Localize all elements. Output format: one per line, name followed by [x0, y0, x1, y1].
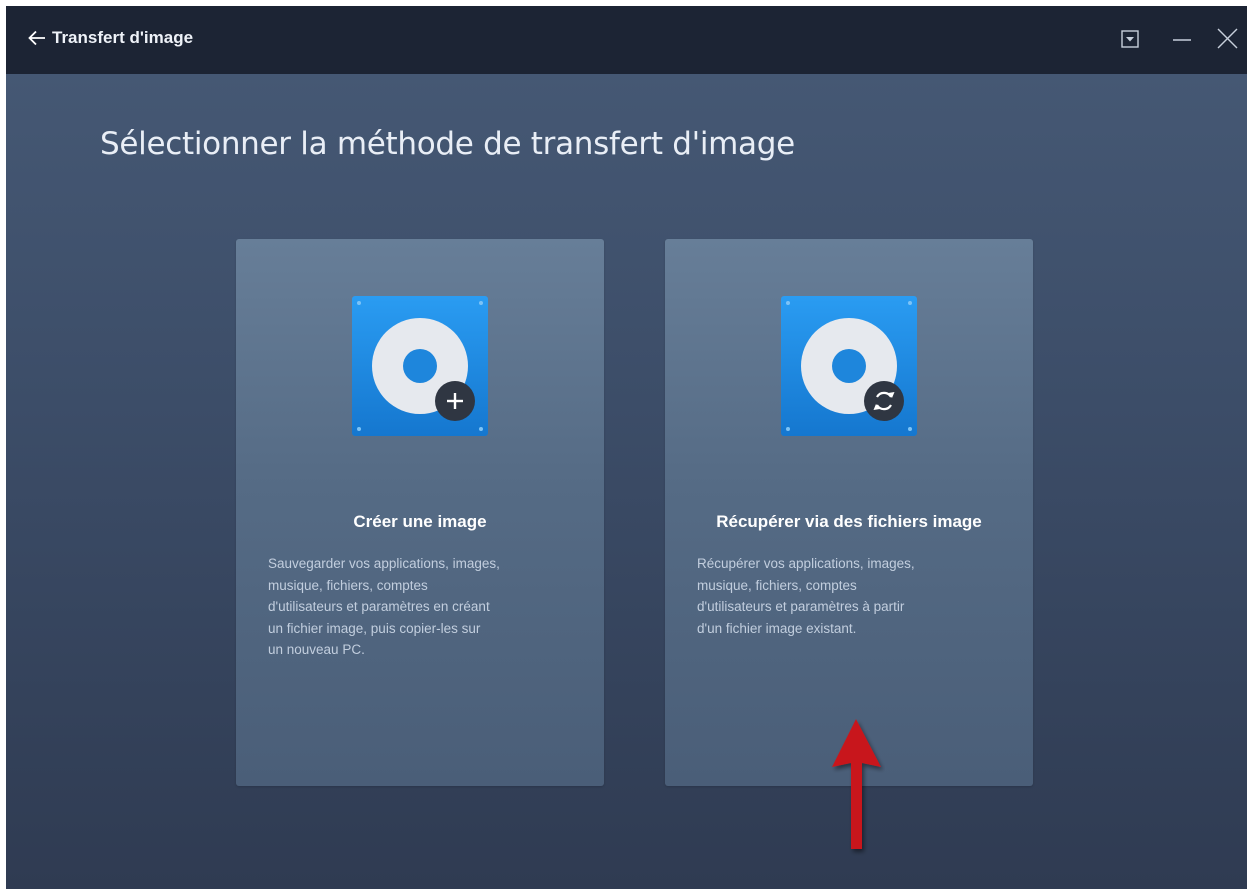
page-title: Sélectionner la méthode de transfert d'i… — [100, 126, 795, 162]
disk-image-plus-icon — [352, 296, 488, 436]
window-title: Transfert d'image — [52, 28, 194, 47]
back-button[interactable]: Transfert d'image — [28, 23, 193, 53]
disk-image-restore-icon — [781, 296, 917, 436]
red-arrow-up-icon — [829, 719, 885, 859]
card-description: Récupérer vos applications, images, musi… — [697, 556, 915, 636]
close-icon — [1212, 24, 1242, 54]
restore-from-image-card[interactable]: Récupérer via des fichiers image Récupér… — [665, 239, 1033, 786]
create-image-card[interactable]: Créer une image Sauvegarder vos applicat… — [236, 239, 604, 786]
title-bar: Transfert d'image — [6, 6, 1247, 74]
minimize-icon — [1167, 24, 1197, 54]
card-title: Créer une image — [353, 512, 487, 531]
card-title: Récupérer via des fichiers image — [716, 512, 982, 531]
card-description: Sauvegarder vos applications, images, mu… — [268, 556, 500, 657]
dropdown-box-icon — [1115, 24, 1145, 54]
app-window: Transfert d'image Sélectionner la méthod… — [6, 6, 1247, 889]
close-button[interactable] — [1212, 24, 1242, 54]
minimize-button[interactable] — [1167, 24, 1197, 54]
menu-dropdown-button[interactable] — [1115, 24, 1145, 54]
arrow-left-icon — [28, 30, 46, 46]
